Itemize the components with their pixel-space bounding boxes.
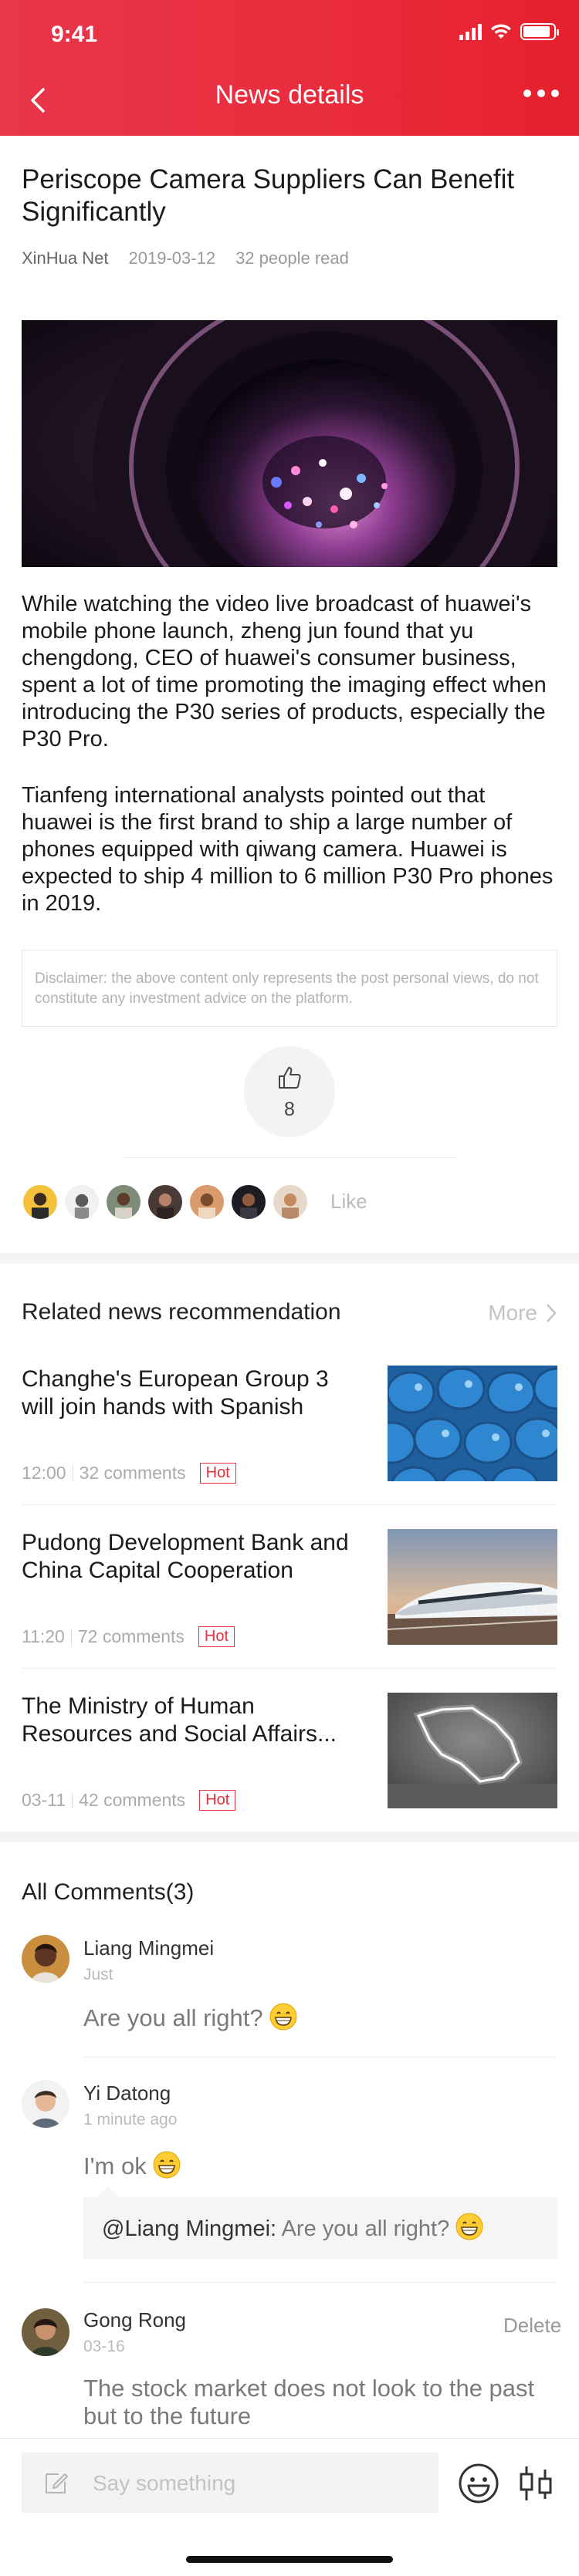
article-meta: XinHua Net 2019-03-12 32 people read (22, 248, 349, 268)
comments-section-title: All Comments(3) (22, 1879, 195, 1905)
status-icons (459, 23, 559, 40)
article-paragraph-1: While watching the video live broadcast … (22, 592, 547, 751)
news-meta: 11:20 72 comments Hot (22, 1626, 235, 1647)
article-title: Periscope Camera Suppliers Can Benefit S… (22, 164, 515, 227)
related-news-item[interactable]: The Ministry of Human Resources and Soci… (22, 1693, 557, 1839)
edit-icon (46, 2473, 68, 2493)
news-meta: 03-11 42 comments Hot (22, 1790, 236, 1811)
news-time: 11:20 (22, 1626, 65, 1646)
related-news-item[interactable]: Pudong Development Bank and China Capita… (22, 1529, 557, 1676)
more-label: More (488, 1301, 537, 1325)
article-hero-image (22, 320, 557, 567)
page-title: News details (215, 80, 364, 110)
news-thumbnail (388, 1693, 557, 1808)
home-indicator (186, 2556, 393, 2563)
avatar (230, 1183, 267, 1220)
reply-content: Are you all right? (281, 2216, 450, 2241)
news-title: The Ministry of Human Resources and Soci… (22, 1693, 337, 1747)
comment-text: I'm ok (83, 2151, 554, 2180)
news-title: Changhe's European Group 3 will join han… (22, 1366, 329, 1420)
article-source[interactable]: XinHua Net (22, 248, 109, 268)
comment-input-box[interactable] (22, 2453, 438, 2514)
thumb-up-icon (279, 1067, 301, 1089)
news-thumbnail (388, 1366, 557, 1481)
article-paragraph-2: Tianfeng international analysts pointed … (22, 783, 554, 916)
comment-author[interactable]: Gong Rong (83, 2308, 186, 2332)
disclaimer: Disclaimer: the above content only repre… (22, 950, 557, 1027)
signal-icon (459, 23, 482, 40)
battery-icon (520, 23, 559, 40)
grin-emoji-icon (153, 2151, 181, 2179)
news-meta: 12:00 32 comments Hot (22, 1463, 236, 1484)
news-title: Pudong Development Bank and China Capita… (22, 1530, 349, 1583)
news-thumbnail (388, 1529, 557, 1645)
comment-author[interactable]: Liang Mingmei (83, 1936, 214, 1960)
top-nav-bar: 9:41 News details (0, 0, 579, 136)
avatar (188, 1183, 225, 1220)
reply-text: @Liang Mingmei: Are you all right? (102, 2213, 483, 2242)
divider (22, 1668, 557, 1669)
comment-input[interactable] (91, 2453, 426, 2514)
like-count: 8 (284, 1099, 295, 1120)
avatar (105, 1183, 142, 1220)
avatar (147, 1183, 184, 1220)
delete-comment-button[interactable]: Delete (503, 2312, 561, 2338)
avatar[interactable] (22, 2080, 69, 2128)
grin-emoji-icon (269, 2003, 297, 2031)
divider (83, 2057, 557, 2058)
liker-avatars[interactable] (22, 1183, 309, 1220)
emoji-smile-icon[interactable] (457, 2462, 500, 2505)
comment-text-content: Are you all right? (83, 2004, 263, 2031)
article-reads: 32 people read (235, 248, 349, 268)
avatar (63, 1183, 100, 1220)
news-time: 12:00 (22, 1463, 66, 1483)
hot-badge: Hot (198, 1626, 235, 1647)
comment-composer-bar (0, 2438, 579, 2576)
news-comments: 32 comments (79, 1463, 186, 1483)
more-dots-icon[interactable] (523, 89, 559, 97)
related-section-title: Related news recommendation (22, 1299, 341, 1325)
hot-badge: Hot (199, 1463, 236, 1484)
avatar (22, 1183, 59, 1220)
comment-text: The stock market does not look to the pa… (83, 2375, 535, 2429)
avatar[interactable] (22, 1935, 69, 1983)
news-comments: 72 comments (77, 1626, 185, 1646)
chevron-right-icon (547, 1304, 557, 1322)
related-news-item[interactable]: Changhe's European Group 3 will join han… (22, 1366, 557, 1512)
hot-badge: Hot (199, 1790, 236, 1811)
comment-text-content: I'm ok (83, 2152, 147, 2179)
section-separator (0, 1253, 579, 1264)
news-time: 03-11 (22, 1790, 66, 1810)
divider (22, 1504, 557, 1505)
likes-label: Like (330, 1190, 367, 1213)
divider (83, 2282, 557, 2283)
divider (124, 1157, 455, 1158)
quoted-reply: @Liang Mingmei: Are you all right? (83, 2186, 557, 2259)
comment-time: 03-16 (83, 2338, 125, 2355)
section-separator (0, 1832, 579, 1842)
reply-mention[interactable]: @Liang Mingmei: (102, 2216, 276, 2241)
article-date: 2019-03-12 (128, 248, 216, 268)
like-button[interactable] (244, 1046, 335, 1137)
status-time: 9:41 (51, 22, 98, 47)
wifi-icon (491, 24, 511, 39)
comment-author[interactable]: Yi Datong (83, 2081, 171, 2105)
comment-text: Are you all right? (83, 2003, 554, 2032)
avatar[interactable] (22, 2308, 69, 2356)
avatar (272, 1183, 309, 1220)
grin-emoji-icon (455, 2213, 483, 2240)
more-link[interactable]: More (488, 1301, 557, 1325)
news-comments: 42 comments (79, 1790, 186, 1810)
candlestick-icon[interactable] (517, 2462, 554, 2505)
comment-time: 1 minute ago (83, 2111, 178, 2129)
comment-time: Just (83, 1966, 113, 1983)
